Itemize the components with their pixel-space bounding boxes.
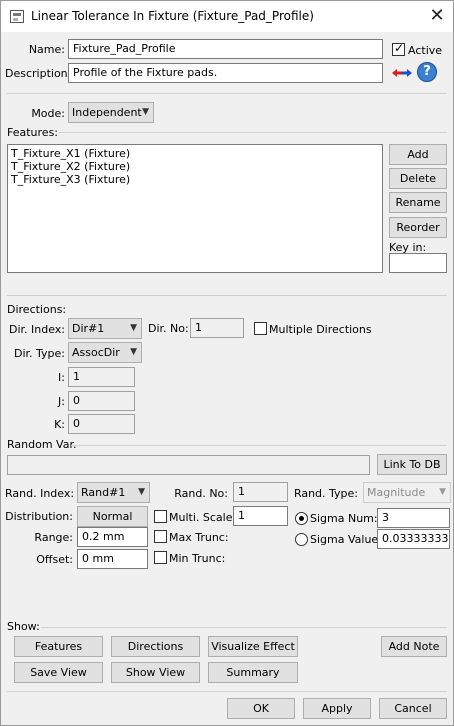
active-checkbox[interactable] (392, 41, 405, 56)
rand-index-select[interactable]: Rand#1 ▼ (77, 482, 150, 503)
chevron-down-icon: ▼ (130, 323, 137, 333)
ok-button[interactable]: OK (227, 698, 295, 719)
chevron-down-icon: ▼ (439, 487, 446, 497)
close-icon[interactable]: ✕ (421, 2, 453, 30)
save-view-button[interactable]: Save View (14, 662, 103, 683)
reorder-feature-button[interactable]: Reorder (389, 217, 447, 238)
dialog-window: Linear Tolerance In Fixture (Fixture_Pad… (0, 0, 454, 726)
window-title: Linear Tolerance In Fixture (Fixture_Pad… (31, 9, 314, 23)
features-list[interactable]: T_Fixture_X1 (Fixture) T_Fixture_X2 (Fix… (7, 144, 383, 273)
show-features-button[interactable]: Features (14, 636, 103, 657)
i-field: 1 (68, 367, 135, 387)
list-item[interactable]: T_Fixture_X2 (Fixture) (11, 160, 379, 173)
visualize-effect-button[interactable]: Visualize Effect (208, 636, 298, 657)
random-var-field (7, 455, 370, 475)
dir-index-label: Dir. Index: (8, 323, 65, 336)
sigma-value-radio[interactable] (295, 533, 308, 546)
sigma-num-radio[interactable] (295, 512, 308, 525)
cancel-button[interactable]: Cancel (379, 698, 447, 719)
rand-type-select: Magnitude ▼ (363, 482, 451, 503)
name-input[interactable]: Fixture_Pad_Profile (68, 39, 383, 59)
distribution-button[interactable]: Normal (77, 506, 148, 527)
dir-no-field: 1 (190, 318, 244, 338)
distribution-label: Distribution: (5, 510, 73, 523)
features-section-label: Features: (7, 126, 59, 139)
apply-button[interactable]: Apply (303, 698, 371, 719)
help-icon[interactable]: ? (417, 62, 437, 82)
range-input[interactable]: 0.2 mm (77, 527, 148, 547)
dir-type-value: AssocDir (72, 346, 120, 359)
summary-button[interactable]: Summary (208, 662, 298, 683)
max-trunc-label: Max Trunc: (169, 531, 229, 544)
separator (7, 295, 447, 296)
dir-index-select[interactable]: Dir#1 ▼ (68, 318, 142, 339)
min-trunc-checkbox[interactable] (154, 551, 167, 564)
sigma-value-label: Sigma Value: (310, 533, 382, 546)
separator (59, 132, 447, 133)
dir-type-label: Dir. Type: (13, 347, 65, 360)
list-item[interactable]: T_Fixture_X3 (Fixture) (11, 173, 379, 186)
separator (71, 445, 447, 446)
sigma-num-input[interactable]: 3 (377, 508, 450, 528)
title-bar: Linear Tolerance In Fixture (Fixture_Pad… (1, 1, 453, 32)
sigma-num-label: Sigma Num: (310, 512, 378, 525)
description-input[interactable]: Profile of the Fixture pads. (68, 63, 383, 83)
chevron-down-icon: ▼ (130, 347, 137, 357)
description-label: Description: (5, 67, 72, 80)
k-label: K: (54, 418, 65, 431)
name-label: Name: (28, 43, 65, 56)
rand-index-label: Rand. Index: (5, 487, 75, 500)
app-icon (10, 10, 24, 23)
delete-feature-button[interactable]: Delete (389, 168, 447, 189)
multi-scale-input[interactable]: 1 (233, 506, 288, 526)
multiple-directions-label: Multiple Directions (269, 323, 372, 336)
offset-input[interactable]: 0 mm (77, 549, 148, 569)
rand-type-label: Rand. Type: (293, 487, 358, 500)
rand-no-label: Rand. No: (174, 487, 228, 500)
rand-index-value: Rand#1 (81, 486, 126, 499)
sigma-value-input[interactable]: 0.03333333 n (377, 529, 450, 549)
double-arrow-icon[interactable] (391, 67, 413, 79)
multi-scale-checkbox[interactable] (154, 510, 167, 523)
rand-type-value: Magnitude (367, 486, 426, 499)
offset-label: Offset: (36, 553, 73, 566)
max-trunc-checkbox[interactable] (154, 530, 167, 543)
j-field: 0 (68, 391, 135, 411)
dir-no-label: Dir. No: (148, 322, 189, 335)
multiple-directions-checkbox[interactable] (254, 322, 267, 335)
chevron-down-icon: ▼ (138, 487, 145, 497)
link-to-db-button[interactable]: Link To DB (377, 454, 447, 475)
dir-index-value: Dir#1 (72, 322, 105, 335)
rand-no-field: 1 (233, 482, 288, 502)
chevron-down-icon: ▼ (142, 107, 149, 117)
add-feature-button[interactable]: Add (389, 144, 447, 165)
show-view-button[interactable]: Show View (111, 662, 200, 683)
separator (7, 691, 447, 692)
mode-select[interactable]: Independent ▼ (68, 102, 154, 123)
random-var-section-label: Random Var. (7, 438, 77, 451)
dir-type-select[interactable]: AssocDir ▼ (68, 342, 142, 363)
multi-scale-label: Multi. Scale: (169, 511, 237, 524)
k-field: 0 (68, 414, 135, 434)
j-label: J: (58, 395, 65, 408)
rename-feature-button[interactable]: Rename (389, 192, 447, 213)
separator (41, 627, 447, 628)
mode-value: Independent (72, 106, 142, 119)
separator (7, 93, 447, 94)
i-label: I: (58, 371, 65, 384)
range-label: Range: (34, 531, 73, 544)
list-item[interactable]: T_Fixture_X1 (Fixture) (11, 147, 379, 160)
show-directions-button[interactable]: Directions (111, 636, 200, 657)
add-note-button[interactable]: Add Note (381, 636, 447, 657)
active-label: Active (408, 44, 443, 57)
keyin-input[interactable] (389, 253, 447, 273)
mode-label: Mode: (31, 107, 65, 120)
min-trunc-label: Min Trunc: (169, 552, 226, 565)
directions-section-label: Directions: (7, 303, 67, 316)
show-section-label: Show: (7, 620, 40, 633)
